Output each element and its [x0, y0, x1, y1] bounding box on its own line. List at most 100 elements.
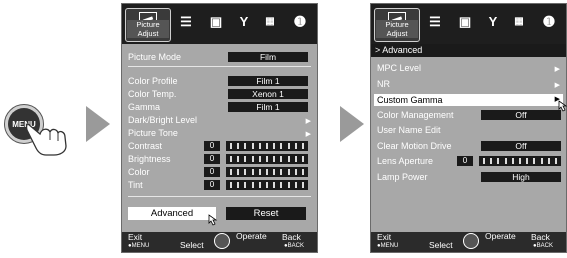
slider-tick: [280, 156, 283, 162]
row-value: 0: [204, 141, 220, 151]
row-value: 0: [204, 154, 220, 164]
reset-button[interactable]: Reset: [226, 207, 306, 220]
row-label: Color: [128, 167, 150, 177]
slider-tick: [258, 182, 261, 188]
back-label: Back: [531, 232, 550, 242]
menu-row[interactable]: Clear Motion Drive Off: [377, 141, 561, 152]
input-settings-icon[interactable]: ☰: [178, 15, 194, 29]
menu-row[interactable]: Lamp Power High: [377, 172, 561, 183]
slider-tick: [266, 182, 268, 188]
input-settings-icon[interactable]: ☰: [427, 15, 443, 29]
slider-tick: [483, 158, 485, 164]
row-label: Color Temp.: [128, 89, 177, 99]
slider-tick: [237, 143, 240, 149]
row-label: NR: [377, 79, 390, 89]
slider-tick: [294, 156, 297, 162]
row-label: Lamp Power: [377, 172, 428, 182]
slider-tick: [244, 182, 247, 188]
display-icon[interactable]: ▣: [208, 15, 224, 29]
slider-tick: [547, 158, 550, 164]
osd-footer: Exit ●MENU Select Operate Back ●BACK: [371, 232, 566, 252]
slider-tick: [237, 169, 240, 175]
slider-tick: [540, 158, 543, 164]
menu-row[interactable]: Picture Mode Film: [128, 52, 311, 63]
menu-row[interactable]: Picture Tone ▶: [128, 128, 311, 139]
slider-tick: [230, 182, 232, 188]
tab-picture-adjust[interactable]: Picture Adjust: [374, 8, 420, 42]
slider-tick: [504, 158, 507, 164]
info-icon[interactable]: ➊: [292, 15, 308, 29]
slider-tick: [273, 169, 276, 175]
row-label: Color Management: [377, 110, 454, 120]
cursor-hand-icon: [558, 100, 567, 112]
select-label: Select: [180, 240, 204, 250]
slider-tick: [266, 156, 268, 162]
slider-tick: [251, 169, 254, 175]
installation-icon[interactable]: Y: [485, 15, 501, 29]
menu-row[interactable]: Contrast 0: [128, 141, 311, 152]
row-value: Film 1: [228, 76, 308, 86]
slider-tick: [280, 182, 283, 188]
function-icon[interactable]: ▦: [262, 15, 278, 29]
menu-row[interactable]: Color Temp. Xenon 1: [128, 89, 311, 100]
menu-row[interactable]: NR ▶: [377, 79, 560, 90]
menu-row[interactable]: Color Profile Film 1: [128, 76, 311, 87]
advanced-button[interactable]: Advanced: [128, 207, 216, 220]
installation-icon[interactable]: Y: [236, 15, 252, 29]
menu-row[interactable]: User Name Edit: [377, 125, 560, 136]
slider[interactable]: [226, 180, 308, 190]
slider-tick: [280, 169, 283, 175]
osd-screen-advanced: Picture Adjust ☰ ▣ Y ▦ ➊ MPC Level ▶ NR …: [370, 3, 567, 253]
menu-row[interactable]: Lens Aperture 0: [377, 156, 561, 167]
slider-tick: [258, 156, 261, 162]
slider-tick: [266, 169, 268, 175]
function-icon[interactable]: ▦: [511, 15, 527, 29]
slider-tick: [287, 156, 290, 162]
slider[interactable]: [226, 141, 308, 151]
row-value: High: [481, 172, 561, 182]
row-value: 0: [457, 156, 473, 166]
display-icon[interactable]: ▣: [457, 15, 473, 29]
tab-bar: Picture Adjust ☰ ▣ Y ▦ ➊: [371, 4, 566, 44]
slider-tick: [251, 143, 254, 149]
row-label: Dark/Bright Level: [128, 115, 198, 125]
next-step-arrow-icon: [86, 106, 110, 142]
menu-row[interactable]: Tint 0: [128, 180, 311, 191]
slider-tick: [302, 156, 304, 162]
menu-button-illustration: MENU: [4, 98, 74, 162]
row-label: Custom Gamma: [377, 95, 443, 105]
submenu-arrow-icon: ▶: [554, 66, 560, 73]
slider-tick: [519, 158, 521, 164]
slider-tick: [251, 156, 254, 162]
tab-picture-adjust[interactable]: Picture Adjust: [125, 8, 171, 42]
menu-row-selected[interactable]: Custom Gamma ▶: [374, 94, 563, 106]
osd-footer: Exit ●MENU Select Operate Back ●BACK: [122, 232, 317, 252]
row-value: Xenon 1: [228, 89, 308, 99]
menu-row[interactable]: Dark/Bright Level ▶: [128, 115, 311, 126]
row-value: 0: [204, 180, 220, 190]
operate-label: Operate: [485, 231, 516, 241]
menu-row[interactable]: Color Management Off: [377, 110, 561, 121]
select-dial-icon: [214, 233, 230, 249]
slider-tick: [287, 169, 290, 175]
menu-row[interactable]: Gamma Film 1: [128, 102, 311, 113]
slider-tick: [302, 182, 304, 188]
info-icon[interactable]: ➊: [541, 15, 557, 29]
exit-key-label: ●MENU: [128, 243, 150, 249]
divider: [128, 196, 311, 197]
slider-tick: [533, 158, 536, 164]
slider-tick: [258, 143, 261, 149]
menu-row[interactable]: Color 0: [128, 167, 311, 178]
cursor-hand-icon: [208, 214, 218, 226]
menu-row[interactable]: MPC Level ▶: [377, 63, 560, 74]
slider-tick: [294, 169, 297, 175]
slider[interactable]: [479, 156, 561, 166]
slider-tick: [555, 158, 557, 164]
slider-tick: [244, 169, 247, 175]
slider[interactable]: [226, 154, 308, 164]
menu-row[interactable]: Brightness 0: [128, 154, 311, 165]
slider-tick: [294, 182, 297, 188]
slider[interactable]: [226, 167, 308, 177]
slider-tick: [526, 158, 529, 164]
select-dial-icon: [463, 233, 479, 249]
